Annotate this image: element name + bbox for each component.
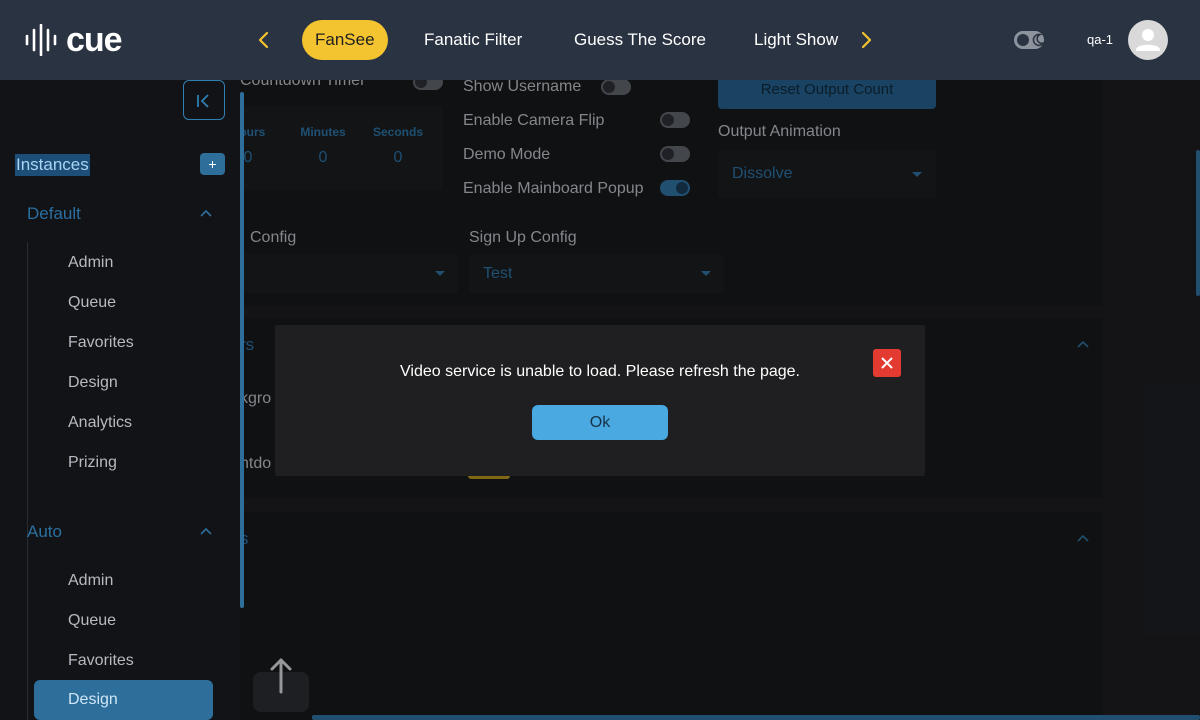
tab-guess-the-score[interactable]: Guess The Score — [574, 20, 706, 60]
sidebar-item-analytics[interactable]: Analytics — [68, 414, 132, 432]
sidebar: Instances + Default Admin Queue Favorite… — [0, 80, 240, 720]
dialog-message: Video service is unable to load. Please … — [400, 363, 800, 380]
waveform-icon — [25, 24, 57, 56]
sidebar-scrollbar[interactable] — [240, 92, 244, 608]
instances-heading: Instances — [15, 154, 90, 176]
scroll-to-top-button[interactable] — [253, 658, 309, 712]
group-default[interactable]: Default — [27, 204, 81, 224]
minutes-label: Minutes — [300, 125, 346, 139]
mainboard-popup-toggle[interactable] — [660, 180, 690, 196]
row-label-1: kgro — [240, 390, 272, 407]
collapse-left-icon — [197, 94, 209, 108]
sidebar-item-admin[interactable]: Admin — [68, 572, 113, 590]
row-label-2: ntdo — [240, 455, 272, 472]
sidebar-item-design-selected[interactable]: Design — [34, 680, 213, 720]
close-button[interactable] — [873, 349, 901, 377]
cue-logo[interactable]: cue — [24, 21, 123, 59]
logo-text: cue — [66, 21, 123, 59]
tab-light-show[interactable]: Light Show — [754, 20, 838, 60]
collapse-sidebar-button[interactable] — [183, 80, 225, 120]
seconds-box[interactable]: Seconds 0 — [368, 114, 428, 174]
ok-button[interactable]: Ok — [532, 405, 668, 440]
chevron-up-icon[interactable] — [199, 524, 213, 538]
minutes-value: 0 — [318, 149, 328, 166]
group-divider — [27, 560, 28, 720]
error-dialog: Video service is unable to load. Please … — [275, 325, 925, 476]
sidebar-item-favorites[interactable]: Favorites — [68, 334, 134, 352]
close-icon — [881, 357, 893, 369]
sidebar-item-queue[interactable]: Queue — [68, 612, 116, 630]
minutes-box[interactable]: Minutes 0 — [293, 114, 353, 174]
sidebar-item-design[interactable]: Design — [68, 374, 118, 392]
caret-down-icon — [435, 271, 445, 276]
group-divider — [27, 242, 28, 562]
mainboard-popup-label: Enable Mainboard Popup — [463, 180, 644, 197]
add-instance-button[interactable]: + — [200, 153, 225, 175]
caret-down-icon — [912, 172, 922, 177]
show-username-label: Show Username — [463, 78, 582, 95]
signup-config-value: Test — [483, 265, 513, 282]
config-label: Config — [250, 229, 297, 246]
seconds-label: Seconds — [372, 125, 423, 139]
group-auto[interactable]: Auto — [27, 522, 62, 542]
chevron-up-icon[interactable] — [1076, 337, 1090, 351]
tab-fanatic-filter[interactable]: Fanatic Filter — [424, 20, 522, 60]
sidebar-item-favorites[interactable]: Favorites — [68, 652, 134, 670]
seconds-value: 0 — [393, 149, 403, 166]
vertical-scrollbar[interactable] — [1196, 150, 1200, 296]
demo-mode-toggle[interactable] — [660, 146, 690, 162]
sidebar-item-queue[interactable]: Queue — [68, 294, 116, 312]
demo-mode-label: Demo Mode — [463, 146, 551, 163]
section-panel-3 — [240, 512, 1102, 720]
horizontal-scrollbar[interactable] — [312, 715, 1200, 720]
chevron-up-icon[interactable] — [199, 206, 213, 220]
user-avatar-icon[interactable] — [1128, 20, 1168, 60]
camera-flip-toggle[interactable] — [660, 112, 690, 128]
camera-flip-label: Enable Camera Flip — [463, 112, 605, 129]
signup-config-select[interactable]: Test — [469, 254, 724, 293]
output-animation-select[interactable]: Dissolve — [718, 150, 936, 198]
theme-toggle[interactable] — [1014, 31, 1045, 49]
signup-config-label: Sign Up Config — [469, 229, 577, 246]
toggle-knob — [1017, 34, 1029, 46]
sidebar-item-admin[interactable]: Admin — [68, 254, 113, 272]
top-bar: cue FanSee Fanatic Filter Guess The Scor… — [0, 0, 1200, 80]
chevron-left-icon[interactable] — [252, 28, 276, 52]
config-select[interactable]: t — [222, 254, 458, 293]
chevron-right-icon[interactable] — [854, 28, 878, 52]
sidebar-item-prizing[interactable]: Prizing — [68, 454, 117, 472]
output-animation-value: Dissolve — [732, 165, 793, 182]
tab-fansee[interactable]: FanSee — [302, 20, 388, 60]
chevron-up-icon[interactable] — [1076, 531, 1090, 545]
caret-down-icon — [701, 271, 711, 276]
output-animation-label: Output Animation — [718, 123, 841, 140]
show-username-toggle[interactable] — [601, 79, 631, 95]
moon-icon — [1032, 33, 1045, 47]
arrow-up-icon — [270, 658, 292, 694]
username-label: qa-1 — [1087, 32, 1114, 47]
